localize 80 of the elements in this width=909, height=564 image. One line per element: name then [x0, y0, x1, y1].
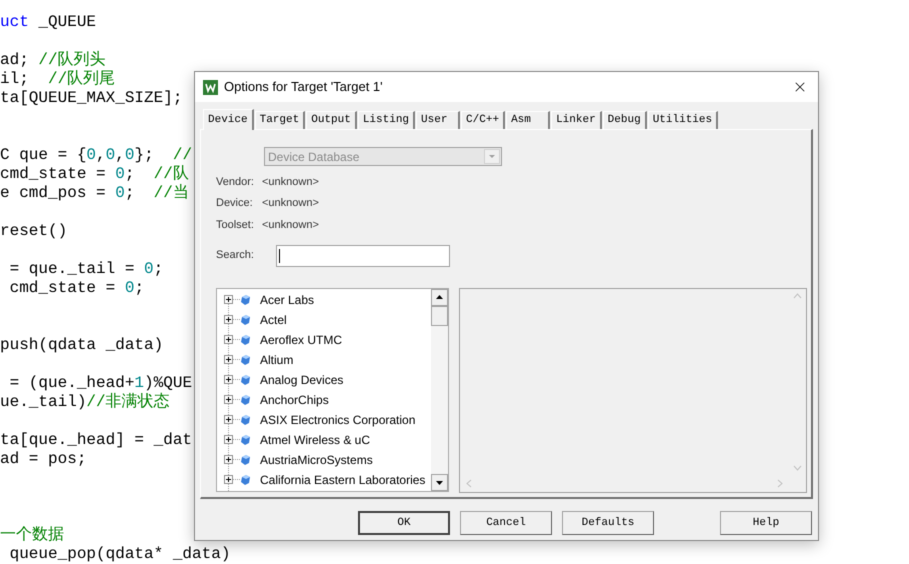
- vertical-scrollbar[interactable]: [431, 288, 448, 490]
- tab[interactable]: Asm: [506, 111, 550, 129]
- tree-item[interactable]: AnchorChips: [260, 390, 329, 408]
- search-label: Search:: [216, 248, 255, 264]
- scroll-thumb[interactable]: [431, 306, 448, 326]
- tab[interactable]: Target: [254, 111, 306, 129]
- window-title: Options for Target 'Target 1': [224, 78, 383, 96]
- code-line: ta[QUEUE_MAX_SIZE];: [0, 89, 182, 108]
- code-line: = que._tail = 0;: [8, 260, 164, 279]
- expand-icon[interactable]: [224, 395, 233, 404]
- field-value: <unknown>: [262, 218, 319, 232]
- scroll-down-icon[interactable]: [431, 474, 448, 490]
- chip-icon: [240, 374, 251, 386]
- tree-item[interactable]: Aeroflex UTMC: [260, 330, 342, 348]
- expand-icon[interactable]: [224, 375, 233, 384]
- chip-icon: [240, 434, 251, 446]
- field-value: <unknown>: [262, 174, 319, 190]
- code-line: C que = {0,0,0}; //: [0, 146, 192, 165]
- code-line: push(qdata _data): [0, 336, 164, 355]
- dialog-button[interactable]: Help: [720, 511, 812, 535]
- code-line: ta[que._head] = _dat: [0, 431, 192, 450]
- tree-item[interactable]: Acer Labs: [260, 290, 314, 308]
- scroll-up-icon: [793, 292, 802, 298]
- code-line: 一个数据: [0, 526, 64, 545]
- tree-item[interactable]: California Eastern Laboratories: [260, 470, 426, 488]
- tab[interactable]: Debug: [602, 111, 647, 129]
- code-line: ad; //队列头: [0, 51, 106, 70]
- tab[interactable]: Device: [203, 109, 254, 130]
- chip-icon: [240, 474, 251, 486]
- code-line: ad = pos;: [0, 450, 86, 469]
- field-label: Device:: [216, 196, 254, 211]
- expand-icon[interactable]: [224, 315, 233, 324]
- code-line: reset(): [0, 222, 68, 241]
- chip-icon: [240, 334, 251, 346]
- database-dropdown: Device Database: [264, 147, 502, 166]
- expand-icon[interactable]: [224, 335, 233, 344]
- tab[interactable]: Listing: [358, 111, 416, 129]
- code-line: cmd_state = 0;: [8, 279, 144, 298]
- chip-icon: [240, 354, 251, 366]
- scroll-up-icon[interactable]: [431, 288, 448, 306]
- code-line: = (que._head+1)%QUE: [8, 374, 192, 392]
- field-label: Vendor:: [216, 174, 255, 190]
- tree-item[interactable]: Actel: [260, 310, 287, 328]
- tab[interactable]: User: [416, 111, 460, 129]
- expand-icon[interactable]: [224, 455, 233, 464]
- dialog-button[interactable]: Cancel: [460, 511, 552, 535]
- code-line: e cmd_pos = 0; //当: [0, 184, 189, 203]
- expand-icon[interactable]: [224, 415, 233, 424]
- tree-item[interactable]: ASIX Electronics Corporation: [260, 410, 416, 428]
- search-field[interactable]: [276, 244, 450, 266]
- field-label: Toolset:: [216, 218, 255, 232]
- tree-item[interactable]: Atmel Wireless & uC: [260, 430, 370, 448]
- scroll-left-icon: [466, 478, 472, 488]
- chip-icon: [240, 454, 251, 466]
- tree-item[interactable]: AustriaMicroSystems: [260, 450, 373, 468]
- tab[interactable]: Output: [306, 111, 357, 129]
- chip-icon: [240, 314, 251, 326]
- scroll-down-icon: [793, 464, 802, 470]
- dialog-button[interactable]: OK: [358, 511, 450, 535]
- chip-icon: [240, 414, 251, 426]
- app-logo-icon: [203, 80, 218, 94]
- expand-icon[interactable]: [224, 435, 233, 444]
- code-line: il; //队列尾: [0, 70, 116, 89]
- code-line: uct _QUEUE: [0, 13, 96, 32]
- code-line: cmd_state = 0; //队: [0, 165, 189, 184]
- code-line: ue._tail)//非满状态: [0, 393, 170, 412]
- field-value: <unknown>: [262, 196, 319, 211]
- tree-item[interactable]: Altium: [260, 350, 294, 368]
- code-line: queue_pop(qdata* _data): [8, 545, 230, 564]
- expand-icon[interactable]: [224, 355, 233, 364]
- tree-item[interactable]: Analog Devices: [260, 370, 344, 388]
- dialog-button[interactable]: Defaults: [562, 511, 654, 535]
- tab[interactable]: Linker: [551, 111, 602, 129]
- tab[interactable]: Utilities: [648, 111, 718, 129]
- tab[interactable]: C/C++: [461, 111, 506, 129]
- expand-icon[interactable]: [224, 295, 233, 304]
- chip-icon: [240, 394, 251, 406]
- chip-icon: [240, 294, 251, 306]
- expand-icon[interactable]: [224, 475, 233, 484]
- scroll-right-icon: [777, 478, 783, 488]
